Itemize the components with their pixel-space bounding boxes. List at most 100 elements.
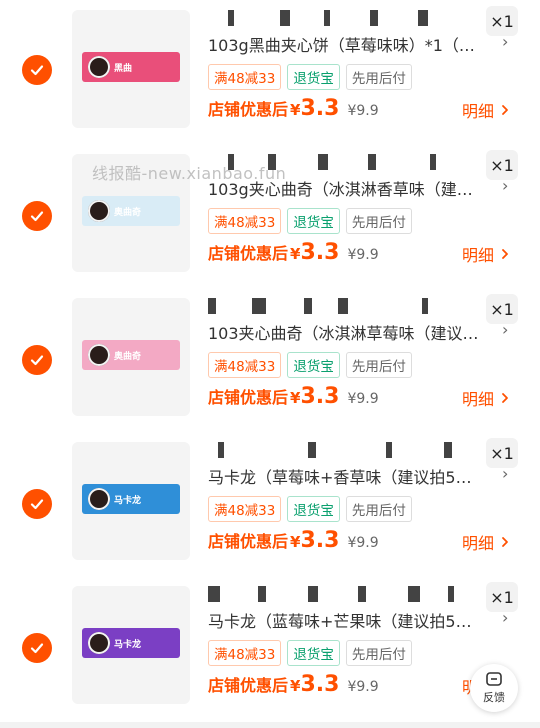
chevron-right-icon[interactable]: › — [502, 320, 508, 339]
original-price: ¥9.9 — [347, 247, 379, 263]
price-label: 店铺优惠后 — [208, 244, 289, 263]
cookie-graphic — [88, 200, 110, 222]
return-insurance-tag: 退货宝 — [287, 208, 340, 234]
product-image[interactable]: 马卡龙 — [72, 442, 190, 560]
price-row: 店铺优惠后 ¥ 3.3 ¥9.9 — [208, 240, 379, 265]
shop-name-redacted — [208, 10, 468, 28]
check-icon — [30, 65, 44, 76]
cart-item[interactable]: 马卡龙 ×1 马卡龙（草莓味+香草味（建议拍5… › 满48减33 退货宝 先用… — [0, 432, 540, 576]
chevron-right-icon[interactable]: › — [502, 176, 508, 195]
package-text: 马卡龙 — [114, 639, 142, 650]
pay-later-tag: 先用后付 — [345, 496, 412, 522]
original-price: ¥9.9 — [347, 103, 379, 119]
detail-label: 明细 — [462, 390, 495, 409]
currency-symbol: ¥ — [290, 245, 301, 263]
original-price: ¥9.9 — [347, 679, 379, 695]
pay-later-tag: 先用后付 — [345, 64, 412, 90]
cookie-graphic — [88, 56, 110, 78]
redacted-text — [448, 586, 454, 602]
price-row: 店铺优惠后 ¥ 3.3 ¥9.9 — [208, 528, 379, 553]
return-insurance-tag: 退货宝 — [287, 640, 340, 666]
redacted-text — [338, 298, 348, 314]
quantity-label: ×1 — [490, 155, 514, 175]
item-select-checkbox[interactable] — [22, 489, 52, 519]
discount-price: 3.3 — [300, 528, 340, 553]
cart-item[interactable]: 黑曲 ×1 103g黑曲夹心饼（草莓味味）*1（… › 满48减33 退货宝 先… — [0, 0, 540, 144]
return-insurance-tag: 退货宝 — [287, 64, 340, 90]
check-icon — [30, 499, 44, 510]
shop-name-redacted — [208, 442, 468, 460]
product-package: 马卡龙 — [82, 628, 180, 658]
item-select-checkbox[interactable] — [22, 345, 52, 375]
chevron-right-icon[interactable]: › — [502, 608, 508, 627]
item-select-checkbox[interactable] — [22, 633, 52, 663]
promo-tags: 满48减33 退货宝 先用后付 — [208, 640, 412, 666]
promo-tags: 满48减33 退货宝 先用后付 — [208, 64, 412, 90]
redacted-text — [358, 586, 366, 602]
discount-tag: 满48减33 — [208, 352, 282, 378]
promo-tags: 满48减33 退货宝 先用后付 — [208, 208, 412, 234]
price-detail-link[interactable]: 明细 — [462, 98, 512, 122]
redacted-text — [308, 442, 316, 458]
chevron-right-icon — [502, 105, 508, 115]
redacted-text — [308, 586, 318, 602]
chevron-right-icon — [502, 393, 508, 403]
price-detail-link[interactable]: 明细 — [462, 242, 512, 266]
pay-later-tag: 先用后付 — [345, 640, 412, 666]
redacted-text — [208, 298, 216, 314]
product-title[interactable]: 马卡龙（蓝莓味+芒果味（建议拍5… — [208, 608, 493, 632]
cookie-graphic — [88, 488, 110, 510]
redacted-text — [430, 154, 436, 170]
product-title[interactable]: 103夹心曲奇（冰淇淋草莓味（建议… — [208, 320, 493, 344]
feedback-button[interactable]: 反馈 — [470, 664, 518, 712]
price-row: 店铺优惠后 ¥ 3.3 ¥9.9 — [208, 672, 379, 697]
cookie-graphic — [88, 344, 110, 366]
redacted-text — [324, 10, 330, 26]
shop-name-redacted — [208, 586, 468, 604]
bottom-bar — [0, 722, 540, 728]
price-label: 店铺优惠后 — [208, 676, 289, 695]
quantity-label: ×1 — [490, 443, 514, 463]
package-text: 马卡龙 — [114, 495, 142, 506]
discount-tag: 满48减33 — [208, 640, 282, 666]
redacted-text — [370, 10, 378, 26]
product-package: 奥曲奇 — [82, 196, 180, 226]
price-label: 店铺优惠后 — [208, 532, 289, 551]
currency-symbol: ¥ — [290, 389, 301, 407]
redacted-text — [386, 442, 392, 458]
feedback-label: 反馈 — [483, 691, 505, 704]
discount-price: 3.3 — [300, 240, 340, 265]
chevron-right-icon[interactable]: › — [502, 32, 508, 51]
cookie-graphic — [88, 632, 110, 654]
shop-name-redacted — [208, 298, 468, 316]
cart-item[interactable]: 奥曲奇 ×1 103夹心曲奇（冰淇淋草莓味（建议… › 满48减33 退货宝 先… — [0, 288, 540, 432]
check-icon — [30, 211, 44, 222]
cart-item[interactable]: 马卡龙 ×1 马卡龙（蓝莓味+芒果味（建议拍5… › 满48减33 退货宝 先用… — [0, 576, 540, 720]
product-image[interactable]: 黑曲 — [72, 10, 190, 128]
check-icon — [30, 643, 44, 654]
product-title[interactable]: 马卡龙（草莓味+香草味（建议拍5… — [208, 464, 493, 488]
currency-symbol: ¥ — [290, 533, 301, 551]
price-detail-link[interactable]: 明细 — [462, 530, 512, 554]
product-image[interactable]: 奥曲奇 — [72, 298, 190, 416]
package-text: 奥曲奇 — [114, 207, 142, 218]
original-price: ¥9.9 — [347, 391, 379, 407]
redacted-text — [408, 586, 420, 602]
chevron-right-icon[interactable]: › — [502, 464, 508, 483]
item-select-checkbox[interactable] — [22, 55, 52, 85]
redacted-text — [280, 10, 290, 26]
package-text: 黑曲 — [114, 63, 133, 74]
redacted-text — [368, 154, 376, 170]
item-select-checkbox[interactable] — [22, 201, 52, 231]
product-image[interactable]: 马卡龙 — [72, 586, 190, 704]
detail-label: 明细 — [462, 534, 495, 553]
discount-tag: 满48减33 — [208, 496, 282, 522]
price-detail-link[interactable]: 明细 — [462, 386, 512, 410]
discount-price: 3.3 — [300, 384, 340, 409]
discount-tag: 满48减33 — [208, 208, 282, 234]
feedback-icon — [486, 672, 502, 686]
chevron-right-icon — [502, 249, 508, 259]
product-title[interactable]: 103g黑曲夹心饼（草莓味味）*1（… — [208, 32, 493, 56]
package-text: 奥曲奇 — [114, 351, 142, 362]
pay-later-tag: 先用后付 — [345, 208, 412, 234]
